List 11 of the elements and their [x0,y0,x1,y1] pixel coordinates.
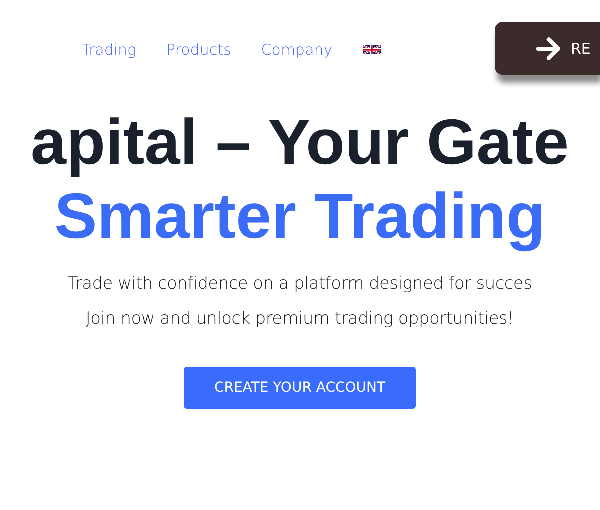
hero-subtitle: Trade with confidence on a platform designed for succes [66,273,534,296]
create-account-button[interactable]: CREATE YOUR ACCOUNT [184,367,416,409]
nav-link[interactable]: Company [261,41,333,59]
hero-subtitle: Join now and unlock premium trading opportunities! [84,308,516,331]
uk-flag-icon[interactable] [362,45,381,55]
nav-link[interactable]: Trading [82,41,137,59]
arrow-right-icon [535,34,563,62]
hero-title-highlight: Smarter Trading [54,179,546,253]
nav-link[interactable]: Products [166,41,232,59]
hero-title: apital – Your Gate [30,105,570,179]
register-button[interactable]: RE [495,22,600,75]
